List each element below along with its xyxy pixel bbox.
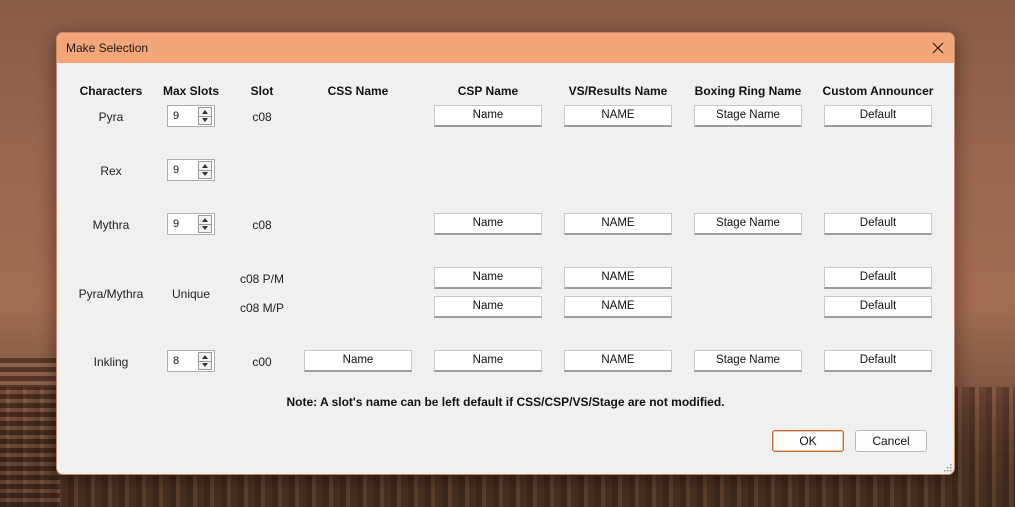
- vs-name-button-pm[interactable]: NAME: [564, 267, 672, 289]
- csp-name-button-inkling[interactable]: Name: [434, 350, 542, 372]
- character-label-pyra: Pyra: [98, 110, 124, 124]
- stage-name-button-mythra[interactable]: Stage Name: [694, 213, 802, 235]
- header-csp-name: CSP Name: [457, 84, 519, 98]
- max-slots-stepper-pyra[interactable]: 9: [167, 105, 215, 127]
- stepper-down-button[interactable]: [198, 169, 212, 179]
- stepper-up-button[interactable]: [198, 161, 212, 170]
- max-slots-value: 9: [173, 164, 180, 176]
- max-slots-stepper-inkling[interactable]: 8: [167, 350, 215, 372]
- header-characters: Characters: [79, 84, 143, 98]
- csp-name-button-mythra[interactable]: Name: [434, 213, 542, 235]
- chevron-up-icon: [202, 354, 208, 359]
- announcer-button-mythra[interactable]: Default: [824, 213, 932, 235]
- max-slots-stepper-mythra[interactable]: 9: [167, 213, 215, 235]
- css-name-button-inkling[interactable]: Name: [304, 350, 412, 372]
- vs-name-button-mythra[interactable]: NAME: [564, 213, 672, 235]
- header-custom-announcer: Custom Announcer: [822, 84, 934, 98]
- max-slots-value: 9: [173, 110, 180, 122]
- vs-name-button-inkling[interactable]: NAME: [564, 350, 672, 372]
- header-css-name: CSS Name: [327, 84, 389, 98]
- make-selection-dialog: Make Selection Characters Max Slots Slot…: [56, 32, 955, 475]
- character-label-pyra-mythra: Pyra/Mythra: [78, 287, 144, 301]
- chevron-up-icon: [202, 109, 208, 114]
- announcer-button-mp[interactable]: Default: [824, 296, 932, 318]
- character-label-inkling: Inkling: [93, 355, 129, 369]
- dialog-title: Make Selection: [66, 41, 149, 55]
- character-label-mythra: Mythra: [92, 218, 130, 232]
- stepper-down-button[interactable]: [198, 223, 212, 233]
- vs-name-button-mp[interactable]: NAME: [564, 296, 672, 318]
- slot-label-pm: c08 P/M: [239, 272, 284, 286]
- announcer-button-pm[interactable]: Default: [824, 267, 932, 289]
- header-vs-results-name: VS/Results Name: [568, 84, 668, 98]
- stepper-up-button[interactable]: [198, 107, 212, 116]
- chevron-down-icon: [202, 226, 208, 231]
- note-text: Note: A slot's name can be left default …: [286, 395, 725, 409]
- resize-grip-icon[interactable]: [942, 462, 952, 472]
- chevron-down-icon: [202, 172, 208, 177]
- header-slot: Slot: [250, 84, 274, 98]
- vs-name-button-pyra[interactable]: NAME: [564, 105, 672, 127]
- max-slots-value: 9: [173, 218, 180, 230]
- chevron-down-icon: [202, 118, 208, 123]
- chevron-up-icon: [202, 163, 208, 168]
- csp-name-button-pm[interactable]: Name: [434, 267, 542, 289]
- stepper-down-button[interactable]: [198, 360, 212, 370]
- stepper-up-button[interactable]: [198, 352, 212, 361]
- announcer-button-inkling[interactable]: Default: [824, 350, 932, 372]
- stage-name-button-inkling[interactable]: Stage Name: [694, 350, 802, 372]
- csp-name-button-pyra[interactable]: Name: [434, 105, 542, 127]
- close-icon: [932, 42, 944, 54]
- cancel-button[interactable]: Cancel: [855, 430, 927, 452]
- header-max-slots: Max Slots: [162, 84, 219, 98]
- close-button[interactable]: [922, 33, 954, 63]
- max-slots-unique-label: Unique: [171, 287, 211, 301]
- csp-name-button-mp[interactable]: Name: [434, 296, 542, 318]
- max-slots-stepper-rex[interactable]: 9: [167, 159, 215, 181]
- title-bar: Make Selection: [57, 33, 954, 63]
- slot-label-mp: c08 M/P: [239, 301, 284, 315]
- stepper-down-button[interactable]: [198, 115, 212, 125]
- stage-name-button-pyra[interactable]: Stage Name: [694, 105, 802, 127]
- chevron-up-icon: [202, 217, 208, 222]
- background-building: [0, 357, 60, 507]
- slot-label-mythra: c08: [252, 218, 272, 232]
- announcer-button-pyra[interactable]: Default: [824, 105, 932, 127]
- stepper-up-button[interactable]: [198, 215, 212, 224]
- character-label-rex: Rex: [100, 164, 122, 178]
- slot-label-inkling: c00: [252, 355, 272, 369]
- ok-button[interactable]: OK: [772, 430, 844, 452]
- chevron-down-icon: [202, 363, 208, 368]
- slot-label-pyra: c08: [252, 110, 272, 124]
- header-boxing-ring-name: Boxing Ring Name: [694, 84, 802, 98]
- max-slots-value: 8: [173, 355, 180, 367]
